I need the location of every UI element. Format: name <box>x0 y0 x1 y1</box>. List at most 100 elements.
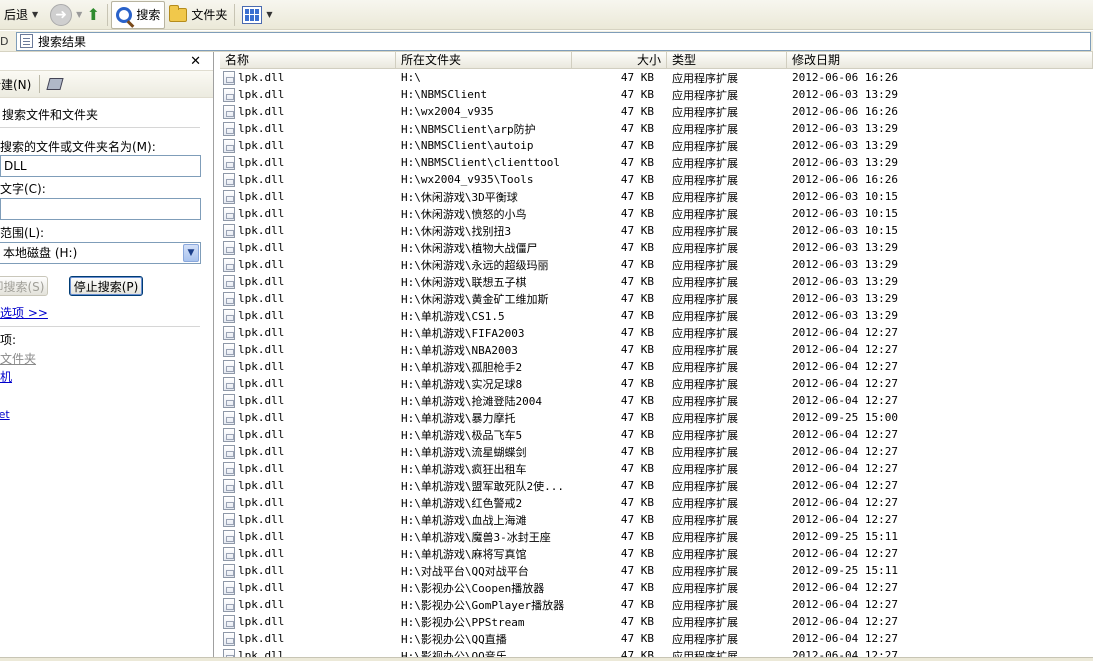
column-type[interactable]: 类型 <box>667 52 787 69</box>
forward-icon[interactable]: ➜ <box>50 3 73 26</box>
table-row[interactable]: lpk.dll H:\休闲游戏\3D平衡球 47 KB 应用程序扩展 2012-06-0… <box>220 188 1093 205</box>
cell-date: 2012-06-04 12:27 <box>792 581 898 594</box>
table-row[interactable]: lpk.dll H:\休闲游戏\愤怒的小鸟 47 KB 应用程序扩展 2012-06-0… <box>220 205 1093 222</box>
cell-name: lpk.dll <box>220 342 396 357</box>
file-name: lpk.dll <box>238 309 285 322</box>
cell-date: 2012-06-04 12:27 <box>792 649 898 657</box>
search-now-button[interactable]: 立即搜索(S) <box>0 276 48 296</box>
stop-search-button[interactable]: 停止搜索(P) <box>69 276 143 296</box>
new-button[interactable]: 新建(N) <box>0 76 31 93</box>
close-icon[interactable]: ✕ <box>190 54 201 69</box>
cell-size: 47 KB <box>620 564 654 577</box>
table-row[interactable]: lpk.dll H:\单机游戏\CS1.5 47 KB 应用程序扩展 2012-06-0… <box>220 307 1093 324</box>
table-row[interactable]: lpk.dll H:\休闲游戏\黄金矿工维加斯 47 KB 应用程序扩展 2012-06… <box>220 290 1093 307</box>
book-icon[interactable] <box>46 78 64 90</box>
table-row[interactable]: lpk.dll H:\影视办公\GomPlayer播放器 47 KB 应用程序扩展 20… <box>220 596 1093 613</box>
search-button[interactable]: 搜索 <box>111 0 166 29</box>
search-options-link[interactable]: 搜索选项 >> <box>0 304 48 321</box>
table-row[interactable]: lpk.dll H:\wx2004_v935 47 KB 应用程序扩展 2012-06-… <box>220 103 1093 120</box>
table-row[interactable]: lpk.dll H:\单机游戏\红色警戒2 47 KB 应用程序扩展 2012-06-0… <box>220 494 1093 511</box>
table-row[interactable]: lpk.dll H:\休闲游戏\找别扭3 47 KB 应用程序扩展 2012-06-03… <box>220 222 1093 239</box>
cell-date: 2012-06-04 12:27 <box>792 479 898 492</box>
table-row[interactable]: lpk.dll H:\单机游戏\孤胆枪手2 47 KB 应用程序扩展 2012-06-0… <box>220 358 1093 375</box>
back-label: 后退 <box>4 8 29 22</box>
folder-up-icon[interactable]: ⬆ <box>82 4 104 26</box>
column-size[interactable]: 大小 <box>572 52 667 69</box>
chevron-down-icon: ▼ <box>266 10 273 19</box>
file-name: lpk.dll <box>238 428 285 441</box>
cell-date: 2012-06-03 13:29 <box>792 139 898 152</box>
table-row[interactable]: lpk.dll H:\单机游戏\NBA2003 47 KB 应用程序扩展 2012-06… <box>220 341 1093 358</box>
table-row[interactable]: lpk.dll H:\对战平台\QQ对战平台 47 KB 应用程序扩展 2012-09-… <box>220 562 1093 579</box>
computer-link[interactable]: 计算机 <box>0 368 12 385</box>
file-name: lpk.dll <box>238 173 285 186</box>
cell-size: 47 KB <box>620 258 654 271</box>
chevron-down-icon[interactable]: ▼ <box>32 10 38 19</box>
cell-folder: H:\NBMSClient\autoip <box>401 139 534 152</box>
cell-folder: H:\单机游戏\暴力摩托 <box>401 411 516 425</box>
cell-name: lpk.dll <box>220 614 396 629</box>
cell-folder: H:\影视办公\QQ直播 <box>401 632 507 646</box>
file-name: lpk.dll <box>238 462 285 475</box>
scope-value: 本地磁盘 (H:) <box>3 246 78 260</box>
chevron-down-icon[interactable]: ▼ <box>183 244 199 262</box>
cell-type: 应用程序扩展 <box>672 105 738 119</box>
text-input[interactable] <box>0 198 201 220</box>
table-row[interactable]: lpk.dll H:\单机游戏\暴力摩托 47 KB 应用程序扩展 2012-09-25… <box>220 409 1093 426</box>
views-button[interactable]: ▼ <box>238 1 276 29</box>
table-row[interactable]: lpk.dll H:\NBMSClient 47 KB 应用程序扩展 2012-06-0… <box>220 86 1093 103</box>
file-name: lpk.dll <box>238 326 285 339</box>
table-row[interactable]: lpk.dll H:\单机游戏\实况足球8 47 KB 应用程序扩展 2012-06-0… <box>220 375 1093 392</box>
table-row[interactable]: lpk.dll H:\影视办公\QQ直播 47 KB 应用程序扩展 2012-06-04… <box>220 630 1093 647</box>
cell-type: 应用程序扩展 <box>672 564 738 578</box>
table-row[interactable]: lpk.dll H:\单机游戏\抢滩登陆2004 47 KB 应用程序扩展 2012-0… <box>220 392 1093 409</box>
file-name: lpk.dll <box>238 207 285 220</box>
table-row[interactable]: lpk.dll H:\NBMSClient\arp防护 47 KB 应用程序扩展 201… <box>220 120 1093 137</box>
dll-file-icon <box>223 308 235 323</box>
back-button[interactable]: 后退 ▼ <box>0 1 42 29</box>
cell-name: lpk.dll <box>220 461 396 476</box>
table-row[interactable]: lpk.dll H:\影视办公\QQ音乐 47 KB 应用程序扩展 2012-06-04… <box>220 647 1093 657</box>
table-row[interactable]: lpk.dll H:\wx2004_v935\Tools 47 KB 应用程序扩展 20… <box>220 171 1093 188</box>
scope-select[interactable]: 本地磁盘 (H:) ▼ <box>0 242 201 264</box>
table-row[interactable]: lpk.dll H:\单机游戏\盟军敢死队2使... 47 KB 应用程序扩展 2012… <box>220 477 1093 494</box>
cell-date: 2012-06-04 12:27 <box>792 615 898 628</box>
table-row[interactable]: lpk.dll H:\NBMSClient\autoip 47 KB 应用程序扩展 20… <box>220 137 1093 154</box>
dll-file-icon <box>223 648 235 657</box>
table-row[interactable]: lpk.dll H:\单机游戏\疯狂出租车 47 KB 应用程序扩展 2012-06-0… <box>220 460 1093 477</box>
cell-size: 47 KB <box>620 88 654 101</box>
folders-button[interactable]: 文件夹 <box>165 1 231 29</box>
table-row[interactable]: lpk.dll H:\休闲游戏\永远的超级玛丽 47 KB 应用程序扩展 2012-06… <box>220 256 1093 273</box>
table-row[interactable]: lpk.dll H:\单机游戏\血战上海滩 47 KB 应用程序扩展 2012-06-0… <box>220 511 1093 528</box>
table-row[interactable]: lpk.dll H:\ 47 KB 应用程序扩展 2012-06-06 16:26 <box>220 69 1093 86</box>
table-row[interactable]: lpk.dll H:\单机游戏\极品飞车5 47 KB 应用程序扩展 2012-06-0… <box>220 426 1093 443</box>
table-row[interactable]: lpk.dll H:\单机游戏\FIFA2003 47 KB 应用程序扩展 2012-0… <box>220 324 1093 341</box>
table-row[interactable]: lpk.dll H:\影视办公\PPStream 47 KB 应用程序扩展 2012-0… <box>220 613 1093 630</box>
cell-type: 应用程序扩展 <box>672 258 738 272</box>
divider <box>0 326 200 327</box>
cell-date: 2012-06-06 16:26 <box>792 173 898 186</box>
files-folders-link[interactable]: 文件或文件夹 <box>0 350 36 367</box>
cell-folder: H:\影视办公\PPStream <box>401 615 525 629</box>
column-date[interactable]: 修改日期 <box>787 52 1093 69</box>
cell-date: 2012-06-06 16:26 <box>792 105 898 118</box>
cell-size: 47 KB <box>620 122 654 135</box>
name-input[interactable]: DLL <box>0 155 201 177</box>
address-label: D <box>0 34 9 48</box>
internet-link[interactable]: Internet <box>0 408 10 421</box>
column-name[interactable]: 名称 <box>220 52 396 69</box>
cell-type: 应用程序扩展 <box>672 326 738 340</box>
table-row[interactable]: lpk.dll H:\单机游戏\流星蝴蝶剑 47 KB 应用程序扩展 2012-06-0… <box>220 443 1093 460</box>
cell-type: 应用程序扩展 <box>672 190 738 204</box>
cell-folder: H:\单机游戏\极品飞车5 <box>401 428 523 442</box>
divider <box>0 127 200 128</box>
cell-date: 2012-09-25 15:00 <box>792 411 898 424</box>
address-input[interactable]: 搜索结果 <box>16 31 1091 51</box>
table-row[interactable]: lpk.dll H:\NBMSClient\clienttool 47 KB 应用程序… <box>220 154 1093 171</box>
table-row[interactable]: lpk.dll H:\休闲游戏\植物大战僵尸 47 KB 应用程序扩展 2012-06-… <box>220 239 1093 256</box>
table-row[interactable]: lpk.dll H:\单机游戏\麻将写真馆 47 KB 应用程序扩展 2012-06-0… <box>220 545 1093 562</box>
table-row[interactable]: lpk.dll H:\休闲游戏\联想五子棋 47 KB 应用程序扩展 2012-06-0… <box>220 273 1093 290</box>
table-row[interactable]: lpk.dll H:\影视办公\Coopen播放器 47 KB 应用程序扩展 2012-… <box>220 579 1093 596</box>
column-folder[interactable]: 所在文件夹 <box>396 52 572 69</box>
table-row[interactable]: lpk.dll H:\单机游戏\魔兽3-冰封王座 47 KB 应用程序扩展 2012-0… <box>220 528 1093 545</box>
